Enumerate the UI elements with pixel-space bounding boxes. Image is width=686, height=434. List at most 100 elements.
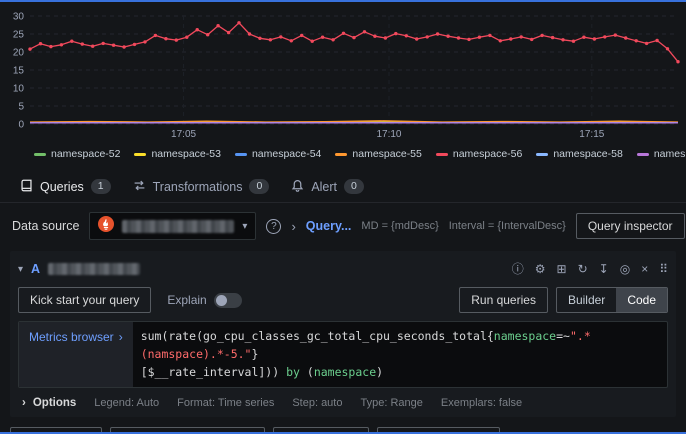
query-editor-card: ▾ A ⓘ ⚙ ⊞ ↻ ↧ ◎ × ⠿ Kick start your query Expla… — [10, 251, 676, 417]
history-icon[interactable]: ↻ — [578, 263, 588, 275]
add-query-button[interactable]: +Add query — [10, 427, 102, 434]
svg-text:30: 30 — [13, 12, 25, 23]
svg-text:0: 0 — [18, 120, 24, 131]
promql-code-input[interactable]: sum(rate(go_cpu_classes_gc_total_cpu_sec… — [133, 322, 667, 387]
datasource-name-redacted — [122, 220, 234, 233]
query-inspector-button[interactable]: Query inspector — [576, 213, 685, 239]
promql-token: sum(rate(go_cpu_classes_gc_total_cpu_sec… — [141, 329, 494, 343]
legend-item[interactable]: namespace-53 — [134, 148, 220, 160]
query-ref-id[interactable]: A — [31, 262, 40, 276]
panel-editor-tabs: Queries 1 Transformations 0 Alert 0 — [0, 171, 686, 203]
add-expression-button[interactable]: +Expression — [273, 427, 369, 434]
tab-alert[interactable]: Alert 0 — [281, 171, 374, 203]
svg-text:10: 10 — [13, 84, 25, 95]
panel-edit-view: 05101520253017:0517:1017:15 namespace-52… — [0, 0, 686, 434]
legend-item[interactable]: namespace-55 — [335, 148, 421, 160]
explain-label: Explain — [167, 293, 206, 307]
transformations-icon — [133, 179, 146, 195]
timeseries-panel: 05101520253017:0517:1017:15 namespace-52… — [0, 2, 686, 163]
legend-swatch — [335, 153, 347, 156]
bell-icon — [291, 179, 304, 195]
hide-query-icon[interactable]: ◎ — [620, 263, 630, 275]
alert-count-badge: 0 — [344, 179, 364, 194]
promql-token: namespace — [494, 329, 556, 343]
legend-label: namespace-53 — [151, 148, 220, 160]
code-mode-button[interactable]: Code — [616, 288, 667, 312]
query-toolbar: Kick start your query Explain Run querie… — [18, 287, 668, 313]
tab-transformations[interactable]: Transformations 0 — [123, 171, 280, 203]
timeseries-chart[interactable]: 05101520253017:0517:1017:15 — [0, 6, 686, 140]
collapse-query-icon[interactable]: ▾ — [18, 264, 23, 275]
legend-swatch — [637, 153, 649, 156]
query-name-redacted — [48, 263, 140, 275]
add-recorded-query-button[interactable]: +Recorded query — [377, 427, 499, 434]
toolbar-right: Run queries Builder Code — [459, 287, 668, 313]
chart-legend: namespace-52 namespace-53 namespace-54 name… — [34, 145, 686, 163]
tab-queries[interactable]: Queries 1 — [10, 171, 121, 203]
legend-item[interactable]: namespace-54 — [235, 148, 321, 160]
legend-item[interactable]: namespace-58 — [536, 148, 622, 160]
svg-text:25: 25 — [13, 30, 25, 41]
chevron-right-icon: › — [291, 219, 295, 234]
legend-label: namespace-58 — [553, 148, 622, 160]
promql-token: =~ — [556, 329, 570, 343]
svg-text:17:10: 17:10 — [376, 129, 401, 140]
legend-swatch — [536, 153, 548, 156]
save-icon[interactable]: ↧ — [599, 263, 609, 275]
metrics-browser-label: Metrics browser — [29, 330, 114, 344]
legend-label: namespace-52 — [51, 148, 120, 160]
datasource-help-icon[interactable]: ? — [266, 219, 281, 234]
promql-token: by — [286, 365, 300, 379]
tab-label: Alert — [311, 180, 337, 194]
chevron-right-icon: › — [119, 330, 123, 344]
query-footer-actions: +Add query +Add query from library +Expr… — [0, 417, 686, 434]
option-item: Legend: Auto — [94, 397, 159, 409]
query-header: ▾ A ⓘ ⚙ ⊞ ↻ ↧ ◎ × ⠿ — [18, 256, 668, 282]
kick-start-button[interactable]: Kick start your query — [18, 287, 151, 313]
legend-swatch — [235, 153, 247, 156]
transformations-count-badge: 0 — [249, 179, 269, 194]
chevron-down-icon: ▾ — [242, 221, 247, 232]
query-header-actions: ⓘ ⚙ ⊞ ↻ ↧ ◎ × ⠿ — [512, 263, 668, 275]
drag-handle-icon[interactable]: ⠿ — [659, 263, 668, 275]
legend-item[interactable]: namespace-52 — [34, 148, 120, 160]
legend-swatch — [134, 153, 146, 156]
query-options-link[interactable]: Query... — [306, 219, 352, 233]
option-item: Step: auto — [292, 397, 342, 409]
legend-swatch — [436, 153, 448, 156]
delete-icon[interactable]: × — [641, 263, 648, 275]
datasource-picker[interactable]: ▾ — [89, 212, 256, 240]
promql-token: namespace — [314, 365, 376, 379]
options-toggle[interactable]: › Options — [22, 397, 76, 409]
editor-mode-switch: Builder Code — [556, 287, 668, 313]
datasource-row: Data source ▾ ? › Query... MD = {mdDesc}… — [0, 211, 686, 241]
svg-text:17:05: 17:05 — [171, 129, 196, 140]
builder-mode-button[interactable]: Builder — [557, 288, 616, 312]
legend-item[interactable]: namespace-59 — [637, 148, 686, 160]
legend-label: namespace-55 — [352, 148, 421, 160]
queries-count-badge: 1 — [91, 179, 111, 194]
explain-toggle[interactable] — [214, 293, 242, 308]
info-icon[interactable]: ⓘ — [512, 263, 524, 275]
promql-editor: Metrics browser › sum(rate(go_cpu_classe… — [18, 321, 668, 388]
option-item: Format: Time series — [177, 397, 274, 409]
legend-label: namespace-56 — [453, 148, 522, 160]
duplicate-icon[interactable]: ⊞ — [557, 263, 567, 275]
svg-text:5: 5 — [18, 102, 24, 113]
gear-icon[interactable]: ⚙ — [535, 263, 546, 275]
metrics-browser-button[interactable]: Metrics browser › — [19, 322, 133, 387]
tab-label: Queries — [40, 180, 84, 194]
promql-token: ( — [300, 365, 314, 379]
options-summary: Legend: Auto Format: Time series Step: aut… — [94, 397, 522, 409]
run-queries-button[interactable]: Run queries — [459, 287, 548, 313]
query-options-row: › Options Legend: Auto Format: Time serie… — [18, 397, 668, 409]
legend-label: namespace-59 — [654, 148, 686, 160]
explain-control: Explain — [167, 293, 241, 308]
option-item: Exemplars: false — [441, 397, 522, 409]
queries-icon — [20, 179, 33, 195]
svg-text:15: 15 — [13, 66, 25, 77]
legend-item[interactable]: namespace-56 — [436, 148, 522, 160]
add-query-from-library-button[interactable]: +Add query from library — [110, 427, 265, 434]
svg-text:20: 20 — [13, 48, 25, 59]
option-item: Type: Range — [360, 397, 422, 409]
